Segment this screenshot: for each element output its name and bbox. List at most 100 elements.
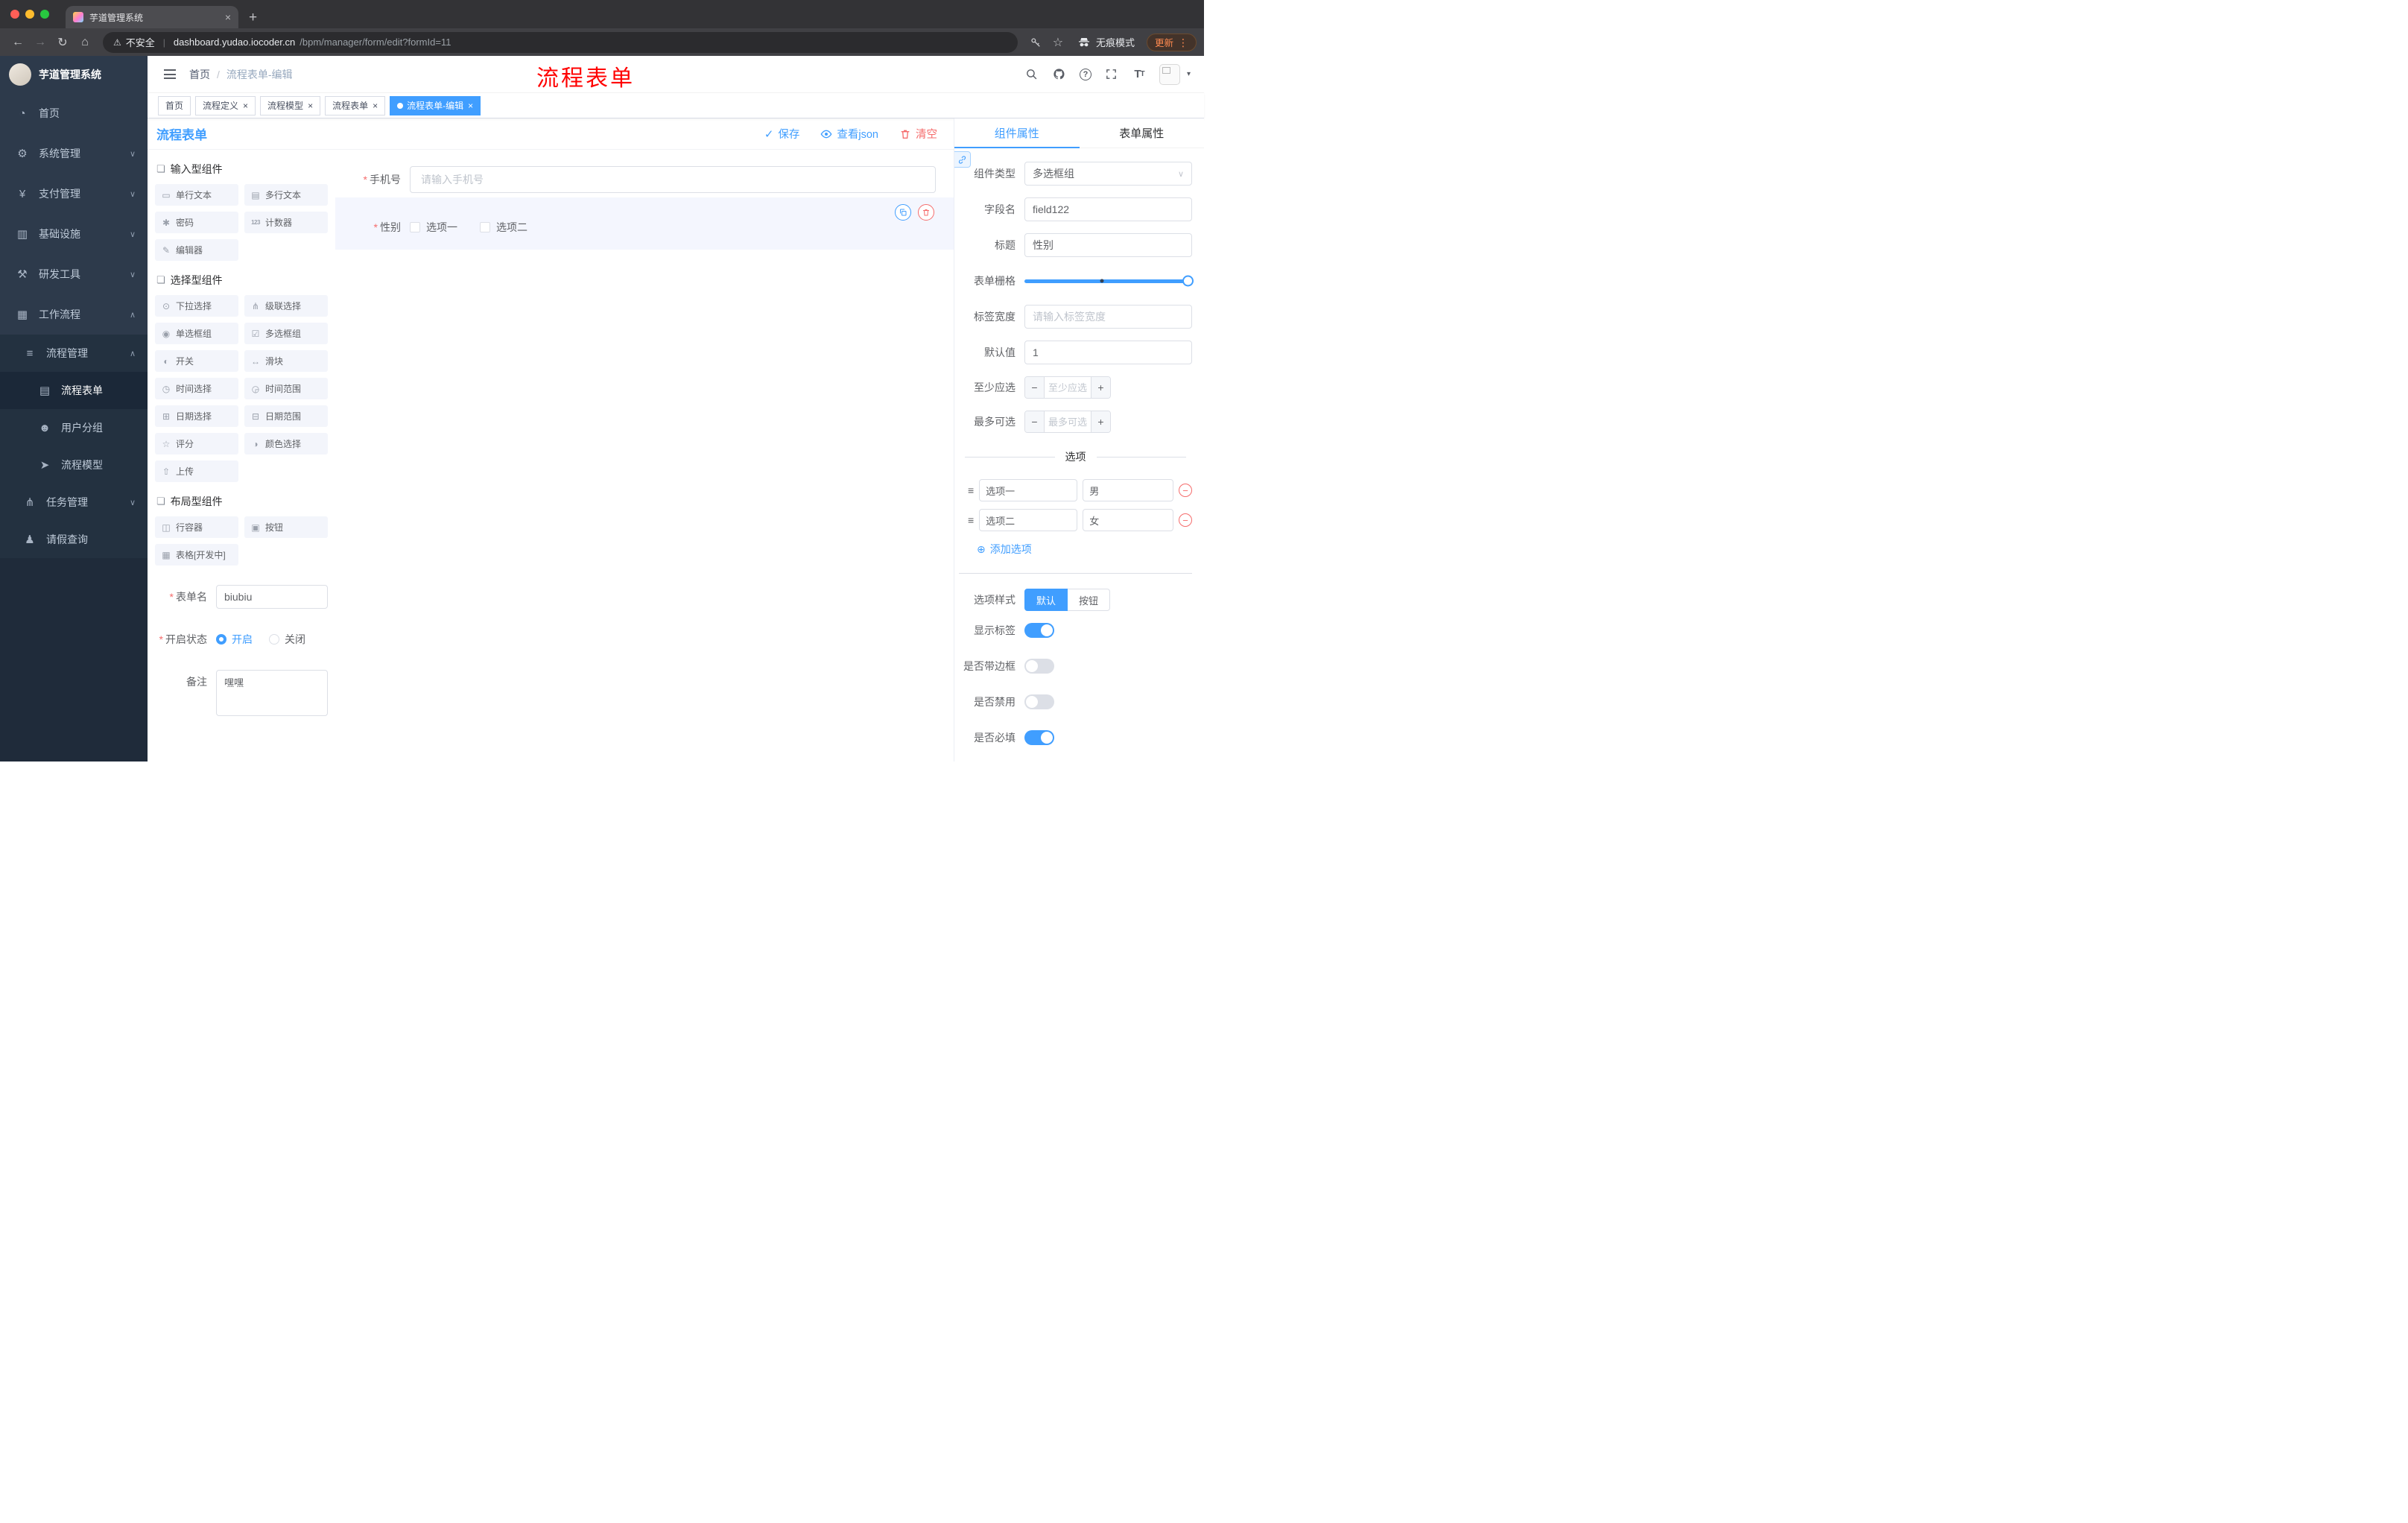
new-tab-button[interactable]: + (238, 6, 267, 28)
reload-icon[interactable]: ↻ (52, 32, 73, 53)
palette-item-time-picker[interactable]: ◷ 时间选择 (155, 378, 238, 399)
palette-item-switch[interactable]: ◐ 开关 (155, 350, 238, 372)
remove-option-button[interactable]: − (1179, 484, 1192, 497)
tag-close-icon[interactable]: × (468, 101, 473, 111)
app-logo[interactable]: 芋道管理系统 (0, 56, 148, 93)
disabled-switch[interactable] (1024, 694, 1054, 709)
phone-input[interactable] (410, 166, 936, 193)
palette-item-multi-line-text[interactable]: ▤ 多行文本 (244, 184, 328, 206)
palette-item-button[interactable]: ▣ 按钮 (244, 516, 328, 538)
copy-widget-button[interactable] (895, 204, 911, 221)
sidebar-item-task-management[interactable]: ⋔ 任务管理 ∨ (0, 484, 148, 521)
status-radio-closed[interactable]: 关闭 (269, 632, 305, 647)
sidebar-item-process-form[interactable]: ▤ 流程表单 (0, 372, 148, 409)
forward-icon[interactable]: → (30, 32, 51, 53)
sidebar-item-process-management[interactable]: ≡ 流程管理 ∧ (0, 335, 148, 372)
title-input[interactable] (1024, 233, 1192, 257)
max-select-input[interactable] (1045, 411, 1091, 432)
palette-item-table[interactable]: ▦ 表格[开发中] (155, 544, 238, 566)
palette-item-rate[interactable]: ☆ 评分 (155, 433, 238, 455)
palette-item-upload[interactable]: ⇧ 上传 (155, 460, 238, 482)
min-select-input[interactable] (1045, 377, 1091, 398)
style-default-button[interactable]: 默认 (1024, 589, 1068, 611)
github-icon[interactable] (1052, 67, 1067, 82)
sidebar-item-system[interactable]: ⚙ 系统管理 ∨ (0, 133, 148, 174)
palette-item-time-range[interactable]: ◶ 时间范围 (244, 378, 328, 399)
sidebar-item-process-model[interactable]: ➤ 流程模型 (0, 446, 148, 484)
save-button[interactable]: ✓ 保存 (764, 126, 800, 142)
palette-item-password[interactable]: ✱ 密码 (155, 212, 238, 233)
label-width-input[interactable] (1024, 305, 1192, 329)
address-bar[interactable]: ⚠ 不安全 | dashboard.yudao.iocoder.cn /bpm/… (103, 31, 1018, 53)
palette-item-editor[interactable]: ✎ 编辑器 (155, 239, 238, 261)
widget-phone[interactable]: * 手机号 (335, 166, 954, 193)
tag-home[interactable]: 首页 (158, 95, 191, 115)
palette-item-date-picker[interactable]: ⊞ 日期选择 (155, 405, 238, 427)
increase-button[interactable]: + (1091, 411, 1110, 432)
palette-item-cascader[interactable]: ⋔ 级联选择 (244, 295, 328, 317)
macos-minimize-button[interactable] (25, 10, 34, 19)
field-name-input[interactable] (1024, 197, 1192, 221)
palette-item-counter[interactable]: 123 计数器 (244, 212, 328, 233)
option-value-input[interactable] (1083, 479, 1173, 501)
show-label-switch[interactable] (1024, 623, 1054, 638)
sidebar-item-home[interactable]: ◔ 首页 (0, 93, 148, 133)
tag-process-form-edit[interactable]: 流程表单-编辑 × (390, 95, 481, 115)
tag-close-icon[interactable]: × (243, 101, 248, 111)
required-switch[interactable] (1024, 730, 1054, 745)
tag-process-form[interactable]: 流程表单 × (325, 95, 386, 115)
back-icon[interactable]: ← (7, 32, 28, 53)
user-avatar[interactable] (1159, 63, 1180, 85)
browser-menu-icon[interactable]: ⋮ (1178, 37, 1188, 48)
grid-slider[interactable] (1024, 269, 1194, 293)
tab-form-props[interactable]: 表单属性 (1080, 118, 1205, 148)
option-label-input[interactable] (979, 509, 1078, 531)
chrome-update-button[interactable]: 更新 ⋮ (1146, 33, 1197, 51)
sidebar-item-devtools[interactable]: ⚒ 研发工具 ∨ (0, 254, 148, 294)
palette-item-checkbox-group[interactable]: ☑ 多选框组 (244, 323, 328, 344)
palette-item-row-container[interactable]: ◫ 行容器 (155, 516, 238, 538)
remark-textarea[interactable]: 嘿嘿 (216, 670, 328, 716)
palette-item-single-line-text[interactable]: ▭ 单行文本 (155, 184, 238, 206)
form-name-input[interactable] (216, 585, 328, 609)
gender-option-2[interactable]: 选项二 (480, 220, 527, 235)
view-json-button[interactable]: 查看json (820, 126, 878, 142)
link-icon[interactable] (954, 151, 971, 168)
drag-handle-icon[interactable]: ≡ (968, 484, 974, 496)
sidebar-item-infrastructure[interactable]: ▥ 基础设施 ∨ (0, 214, 148, 254)
tag-process-model[interactable]: 流程模型 × (260, 95, 321, 115)
component-type-select[interactable]: 多选框组 ∨ (1024, 162, 1192, 186)
tag-close-icon[interactable]: × (373, 101, 378, 111)
tab-component-props[interactable]: 组件属性 (954, 118, 1080, 148)
sidebar-item-leave-query[interactable]: ♟ 请假查询 (0, 521, 148, 558)
default-value-input[interactable] (1024, 341, 1192, 364)
widget-gender-selected[interactable]: * 性别 选项一 选项二 (335, 197, 954, 250)
palette-item-slider[interactable]: ↔ 滑块 (244, 350, 328, 372)
option-value-input[interactable] (1083, 509, 1173, 531)
gender-option-1[interactable]: 选项一 (410, 220, 457, 235)
palette-item-color-picker[interactable]: ◑ 颜色选择 (244, 433, 328, 455)
add-option-button[interactable]: ⊕ 添加选项 (977, 542, 1192, 557)
tag-close-icon[interactable]: × (308, 101, 313, 111)
help-icon[interactable]: ? (1079, 68, 1091, 80)
palette-item-radio-group[interactable]: ◉ 单选框组 (155, 323, 238, 344)
border-switch[interactable] (1024, 659, 1054, 674)
bookmark-star-icon[interactable]: ☆ (1048, 32, 1068, 53)
tag-process-definition[interactable]: 流程定义 × (195, 95, 256, 115)
decrease-button[interactable]: − (1025, 377, 1045, 398)
clear-button[interactable]: 清空 (899, 126, 937, 142)
password-key-icon[interactable] (1025, 32, 1046, 53)
style-button-button[interactable]: 按钮 (1068, 589, 1111, 611)
decrease-button[interactable]: − (1025, 411, 1045, 432)
breadcrumb-home[interactable]: 首页 (189, 67, 210, 82)
remove-option-button[interactable]: − (1179, 513, 1192, 527)
delete-widget-button[interactable] (918, 204, 934, 221)
macos-zoom-button[interactable] (40, 10, 49, 19)
status-radio-open[interactable]: 开启 (216, 632, 253, 647)
macos-close-button[interactable] (10, 10, 19, 19)
sidebar-item-payment[interactable]: ¥ 支付管理 ∨ (0, 174, 148, 214)
palette-item-date-range[interactable]: ⊟ 日期范围 (244, 405, 328, 427)
increase-button[interactable]: + (1091, 377, 1110, 398)
tab-close-icon[interactable]: × (225, 11, 231, 23)
palette-item-select[interactable]: ⊙ 下拉选择 (155, 295, 238, 317)
